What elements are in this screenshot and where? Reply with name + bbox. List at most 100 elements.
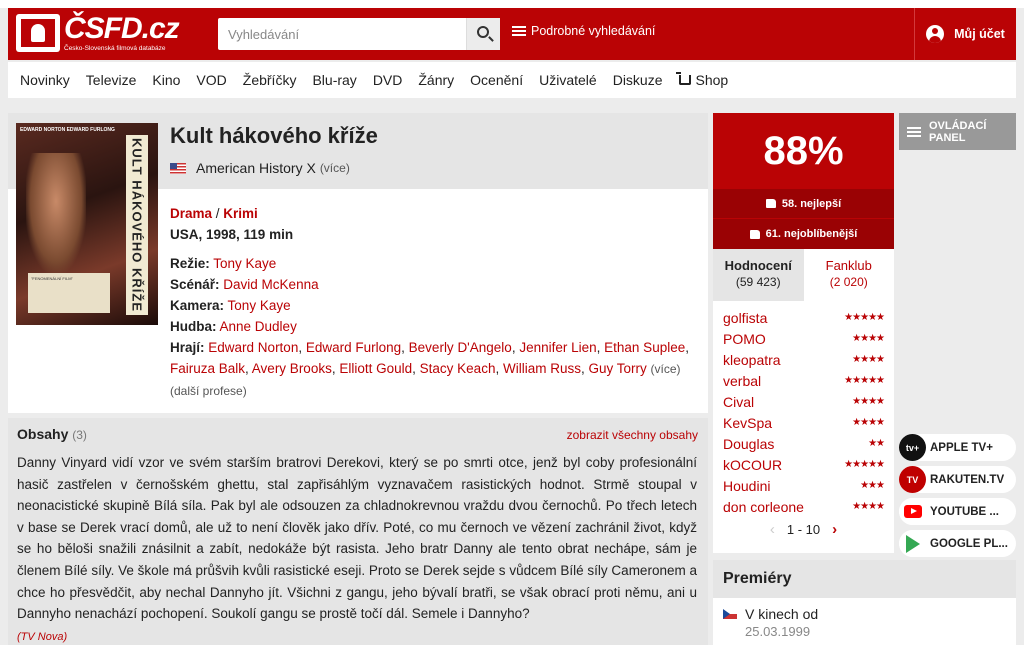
vod-list: tv+ APPLE TV+ TV RAKUTEN.TV YOUTUBE ... … <box>899 434 1016 562</box>
user-link[interactable]: Houdini <box>723 478 770 494</box>
nav-dvd[interactable]: DVD <box>373 72 403 88</box>
sliders-icon <box>512 25 526 37</box>
nav-novinky[interactable]: Novinky <box>20 72 70 88</box>
user-link[interactable]: kOCOUR <box>723 457 782 473</box>
rating-box: 88% 58. nejlepší 61. nejoblíbenější Hodn… <box>713 113 894 553</box>
poster-title: KULT HÁKOVÉHO KŘÍŽE <box>126 135 148 315</box>
control-panel-button[interactable]: OVLÁDACÍ PANEL <box>899 113 1016 150</box>
cast-link[interactable]: Ethan Suplee <box>604 340 685 355</box>
youtube-icon <box>899 498 926 525</box>
original-title-more-link[interactable]: (více) <box>320 161 350 175</box>
nav-diskuze[interactable]: Diskuze <box>613 72 663 88</box>
camera-link[interactable]: Tony Kaye <box>228 298 291 313</box>
account-button[interactable]: Můj účet <box>914 8 1016 60</box>
google-play-icon <box>899 530 926 557</box>
cast-link[interactable]: Fairuza Balk <box>170 361 245 376</box>
cast-link[interactable]: Elliott Gould <box>339 361 412 376</box>
site-header: ČSFD.cz Česko-Slovenská filmová databáze… <box>8 8 1016 60</box>
plot-heading: Obsahy (3) <box>17 426 87 442</box>
chevron-left-icon[interactable]: ‹ <box>770 521 775 538</box>
search-button[interactable] <box>466 18 500 50</box>
user-link[interactable]: don corleone <box>723 499 804 515</box>
music-link[interactable]: Anne Dudley <box>220 319 297 334</box>
more-professions-link[interactable]: (další profese) <box>170 384 247 398</box>
user-rating-row: POMO ★★★★ <box>723 328 885 349</box>
user-link[interactable]: KevSpa <box>723 415 772 431</box>
star-rating-icon: ★★★★ <box>852 354 885 365</box>
music-label: Hudba: <box>170 319 217 334</box>
plot-source-link[interactable]: (TV Nova) <box>17 631 67 643</box>
show-all-plots-link[interactable]: zobrazit všechny obsahy <box>567 428 698 442</box>
genres: Drama / Krimi <box>170 203 700 224</box>
star-rating-icon: ★★★★★ <box>844 459 885 470</box>
premiery-date: 25.03.1999 <box>745 624 811 639</box>
star-rating-icon: ★★★★ <box>852 501 885 512</box>
star-rating-icon: ★★★★ <box>852 333 885 344</box>
nav-kino[interactable]: Kino <box>152 72 180 88</box>
cast-more-link[interactable]: (více) <box>651 362 681 376</box>
rating-tabs: Hodnocení (59 423) Fanklub (2 020) <box>713 249 894 301</box>
chevron-right-icon[interactable]: › <box>832 521 837 538</box>
cast-link[interactable]: William Russ <box>503 361 581 376</box>
rank-popular-text: 61. nejoblíbenější <box>765 228 858 240</box>
genre-drama[interactable]: Drama <box>170 206 212 221</box>
nav-televize[interactable]: Televize <box>86 72 137 88</box>
nav-oceneni[interactable]: Ocenění <box>470 72 523 88</box>
advanced-search-link[interactable]: Podrobné vyhledávání <box>512 24 655 38</box>
user-rating-row: Cival ★★★★ <box>723 391 885 412</box>
film-poster[interactable]: EDWARD NORTON EDWARD FURLONG "FENOMENÁLN… <box>16 123 158 325</box>
user-link[interactable]: verbal <box>723 373 761 389</box>
search-input[interactable] <box>218 18 466 50</box>
user-link[interactable]: Cival <box>723 394 754 410</box>
plot-text: Danny Vinyard vidí vzor ve svém starším … <box>17 452 697 645</box>
nav-shop[interactable]: Shop <box>675 72 729 88</box>
tab-fanclub[interactable]: Fanklub (2 020) <box>804 249 895 301</box>
vod-google-play[interactable]: GOOGLE PL... <box>899 530 1016 557</box>
director-link[interactable]: Tony Kaye <box>213 256 276 271</box>
vod-rakuten[interactable]: TV RAKUTEN.TV <box>899 466 1016 493</box>
user-link[interactable]: golfista <box>723 310 767 326</box>
screenplay-link[interactable]: David McKenna <box>223 277 318 292</box>
genre-krimi[interactable]: Krimi <box>223 206 258 221</box>
cast-link[interactable]: Beverly D'Angelo <box>409 340 512 355</box>
plot-count: (3) <box>72 428 87 442</box>
film-title: Kult hákového kříže <box>170 123 378 148</box>
rank-popular-link[interactable]: 61. nejoblíbenější <box>713 219 894 249</box>
genre-separator: / <box>212 206 224 221</box>
vod-youtube[interactable]: YOUTUBE ... <box>899 498 1016 525</box>
cast-label: Hrají: <box>170 340 205 355</box>
csfd-logo[interactable]: ČSFD.cz Česko-Slovenská filmová databáze <box>16 14 186 54</box>
user-link[interactable]: POMO <box>723 331 766 347</box>
vod-rakuten-label: RAKUTEN.TV <box>930 473 1005 486</box>
tab-ratings[interactable]: Hodnocení (59 423) <box>713 249 804 301</box>
rank-best-link[interactable]: 58. nejlepší <box>713 189 894 219</box>
cast-link[interactable]: Guy Torry <box>589 361 647 376</box>
nav-vod[interactable]: VOD <box>196 72 226 88</box>
tab-ratings-label: Hodnocení <box>724 258 792 273</box>
user-link[interactable]: Douglas <box>723 436 774 452</box>
rakuten-icon: TV <box>899 466 926 493</box>
search-icon <box>477 26 489 38</box>
user-link[interactable]: kleopatra <box>723 352 781 368</box>
vod-apple-tv[interactable]: tv+ APPLE TV+ <box>899 434 1016 461</box>
cast-link[interactable]: Edward Norton <box>208 340 298 355</box>
premiery-heading: Premiéry <box>713 560 1016 598</box>
nav-zebricky[interactable]: Žebříčky <box>243 72 297 88</box>
nav-uzivatele[interactable]: Uživatelé <box>539 72 597 88</box>
user-rating-row: kleopatra ★★★★ <box>723 349 885 370</box>
nav-bluray[interactable]: Blu-ray <box>312 72 356 88</box>
cast-link[interactable]: Stacy Keach <box>420 361 496 376</box>
star-rating-icon: ★★★★ <box>852 417 885 428</box>
user-icon <box>926 25 945 43</box>
user-rating-row: don corleone ★★★★ <box>723 496 885 517</box>
nav-zanry[interactable]: Žánry <box>418 72 454 88</box>
vod-google-play-label: GOOGLE PL... <box>930 537 1008 550</box>
star-rating-icon: ★★★ <box>860 480 885 491</box>
cast-link[interactable]: Avery Brooks <box>252 361 332 376</box>
flag-us-icon <box>170 162 186 174</box>
cast-link[interactable]: Edward Furlong <box>306 340 401 355</box>
cast-link[interactable]: Jennifer Lien <box>519 340 596 355</box>
plot-box: Obsahy (3) zobrazit všechny obsahy Danny… <box>8 418 708 645</box>
nav-shop-label: Shop <box>695 72 729 88</box>
plot-body: Danny Vinyard vidí vzor ve svém starším … <box>17 455 697 622</box>
